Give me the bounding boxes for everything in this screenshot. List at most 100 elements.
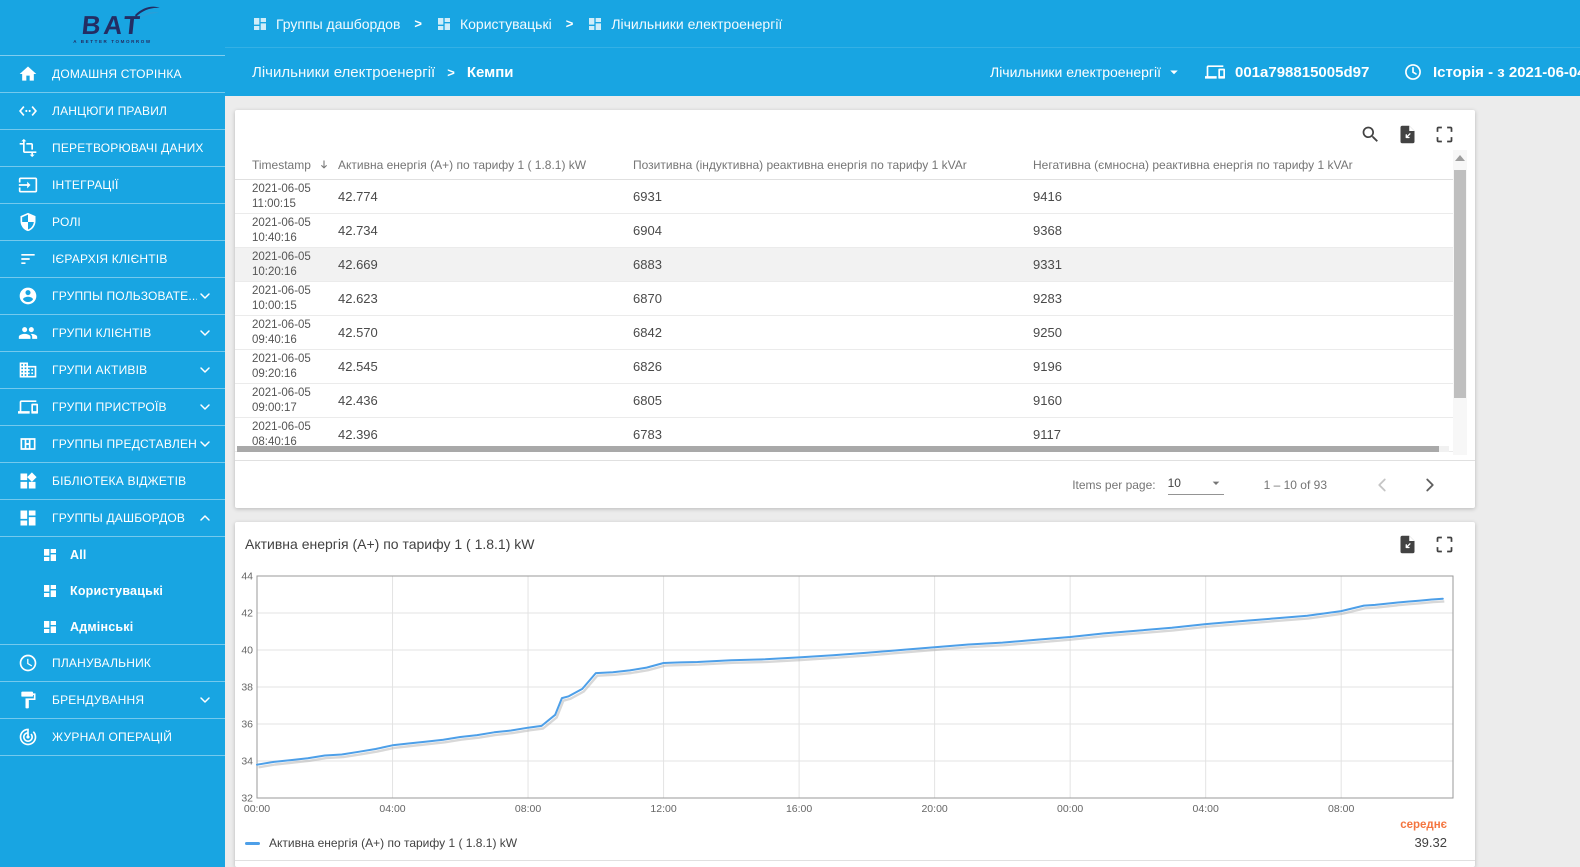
sidebar-item-label: ДОМАШНЯ СТОРІНКА	[52, 67, 182, 81]
table-row[interactable]: 2021-06-05 09:20:16 42.545 6826 9196	[235, 350, 1453, 384]
scrollbar-thumb[interactable]	[1454, 170, 1466, 398]
breadcrumb-label: Группы дашбордов	[276, 15, 401, 32]
sidebar-item-entity-view-groups[interactable]: ГРУППЫ ПРЕДСТАВЛЕН...	[0, 426, 225, 463]
svg-text:40: 40	[241, 645, 253, 657]
sidebar-item-dashboard-groups[interactable]: ГРУППЫ ДАШБОРДОВ	[0, 500, 225, 537]
entity-select-dropdown[interactable]: Лічильники електроенергії	[990, 48, 1183, 96]
previous-page-button[interactable]	[1371, 474, 1393, 496]
sidebar-item-label: РОЛІ	[52, 215, 81, 229]
timestamp-cell: 2021-06-05 10:40:16	[235, 216, 338, 245]
table-row[interactable]: 2021-06-05 09:40:16 42.570 6842 9250	[235, 316, 1453, 350]
breadcrumb-item[interactable]: Лічильники електроенергії	[587, 16, 782, 32]
active-energy-cell: 42.623	[338, 291, 378, 306]
sidebar-item-customers-hierarchy[interactable]: ІЄРАРХІЯ КЛІЄНТІВ	[0, 241, 225, 278]
home-icon	[18, 64, 38, 84]
sidebar-item-customer-groups[interactable]: ГРУПИ КЛІЄНТІВ	[0, 315, 225, 352]
positive-reactive-cell: 6883	[633, 257, 662, 272]
sidebar-item-asset-groups[interactable]: ГРУПИ АКТИВІВ	[0, 352, 225, 389]
svg-text:12:00: 12:00	[650, 803, 676, 815]
sidebar-item-dashboards-user[interactable]: Користувацькі	[0, 573, 225, 609]
positive-reactive-cell: 6842	[633, 325, 662, 340]
sidebar-item-label: ЛАНЦЮГИ ПРАВИЛ	[52, 104, 168, 118]
sidebar-item-label: ПЛАНУВАЛЬНИК	[52, 656, 152, 670]
table-horizontal-scrollbar[interactable]	[237, 446, 1449, 452]
app-logo[interactable]: BAT A BETTER TOMORROW	[0, 0, 225, 56]
sidebar-item-data-converters[interactable]: ПЕРЕТВОРЮВАЧІ ДАНИХ	[0, 130, 225, 167]
search-icon[interactable]	[1360, 124, 1381, 145]
table-row[interactable]: 2021-06-05 10:40:16 42.734 6904 9368	[235, 214, 1453, 248]
positive-reactive-cell: 6783	[633, 427, 662, 442]
sidebar-item-scheduler[interactable]: ПЛАНУВАЛЬНИК	[0, 645, 225, 682]
table-row[interactable]: 2021-06-05 10:20:16 42.669 6883 9331	[235, 248, 1453, 282]
device-id-badge[interactable]: 001a798815005d97	[1205, 48, 1369, 96]
breadcrumb-item[interactable]: Користувацькі	[436, 16, 552, 32]
chart-legend-item[interactable]: Активна енергія (А+) по тарифу 1 ( 1.8.1…	[245, 836, 517, 850]
timestamp-date: 2021-06-05	[252, 387, 311, 400]
positive-reactive-cell: 6805	[633, 393, 662, 408]
fullscreen-icon[interactable]	[1434, 534, 1455, 555]
rule-chains-icon	[18, 101, 38, 121]
page-range-label: 1 – 10 of 93	[1263, 477, 1327, 492]
timestamp-date: 2021-06-05	[252, 183, 311, 196]
negative-reactive-cell: 9331	[1033, 257, 1062, 272]
table-row[interactable]: 2021-06-05 11:00:15 42.774 6931 9416	[235, 180, 1453, 214]
sidebar-item-branding[interactable]: БРЕНДУВАННЯ	[0, 682, 225, 719]
timestamp-cell: 2021-06-05 09:00:17	[235, 386, 338, 415]
active-energy-cell: 42.669	[338, 257, 378, 272]
svg-text:16:00: 16:00	[786, 803, 812, 815]
integrations-icon	[18, 175, 38, 195]
sidebar-item-label: ІЄРАРХІЯ КЛІЄНТІВ	[52, 252, 168, 266]
sidebar-item-user-groups[interactable]: ГРУППЫ ПОЛЬЗОВАТЕ...	[0, 278, 225, 315]
chevron-up-icon	[197, 510, 213, 526]
dashboard-icon	[436, 16, 452, 32]
svg-text:00:00: 00:00	[244, 803, 270, 815]
top-header: Группы дашбордов > Користувацькі > Лічильник…	[225, 0, 1580, 96]
sidebar-item-audit-log[interactable]: ЖУРНАЛ ОПЕРАЦІЙ	[0, 719, 225, 756]
breadcrumb-item[interactable]: Группы дашбордов	[252, 16, 400, 32]
customer-groups-icon	[18, 323, 38, 343]
svg-text:42: 42	[241, 608, 253, 620]
scrollbar-up-arrow-icon[interactable]	[1455, 155, 1465, 161]
timestamp-cell: 2021-06-05 08:40:16	[235, 420, 338, 449]
column-header: Активна енергія (А+) по тарифу 1 ( 1.8.1…	[338, 158, 633, 172]
timestamp-cell: 2021-06-05 10:20:16	[235, 250, 338, 279]
sidebar-item-dashboards-admin[interactable]: Адмінські	[0, 609, 225, 645]
clock-icon	[1403, 62, 1423, 82]
table-row[interactable]: 2021-06-05 09:00:17 42.436 6805 9160	[235, 384, 1453, 418]
column-header[interactable]: Timestamp	[235, 158, 338, 172]
breadcrumb-separator: >	[414, 16, 422, 31]
timestamp-cell: 2021-06-05 09:20:16	[235, 352, 338, 381]
fullscreen-icon[interactable]	[1434, 124, 1455, 145]
chart-card-divider	[235, 860, 1475, 861]
chart-card: Активна енергія (А+) по тарифу 1 ( 1.8.1…	[235, 522, 1475, 867]
table-row[interactable]: 2021-06-05 10:00:15 42.623 6870 9283	[235, 282, 1453, 316]
negative-reactive-cell: 9368	[1033, 223, 1062, 238]
positive-reactive-cell: 6826	[633, 359, 662, 374]
caret-down-icon	[1165, 63, 1183, 81]
sidebar-item-device-groups[interactable]: ГРУПИ ПРИСТРОЇВ	[0, 389, 225, 426]
sidebar-item-label: ЖУРНАЛ ОПЕРАЦІЙ	[52, 730, 173, 744]
main-content: Timestamp Активна енергія (А+) по тарифу …	[225, 96, 1580, 867]
file-export-icon[interactable]	[1397, 534, 1418, 555]
timestamp-time: 10:40:16	[252, 231, 297, 244]
sidebar-item-widget-library[interactable]: БІБЛІОТЕКА ВІДЖЕТІВ	[0, 463, 225, 500]
svg-text:20:00: 20:00	[921, 803, 947, 815]
scrollbar-thumb[interactable]	[237, 446, 1439, 452]
file-export-icon[interactable]	[1397, 124, 1418, 145]
history-range-button[interactable]: Історія - з 2021-06-04 0	[1403, 48, 1580, 96]
sidebar-item-dashboards-all[interactable]: All	[0, 537, 225, 573]
user-groups-icon	[18, 286, 38, 306]
timestamp-cell: 2021-06-05 11:00:15	[235, 182, 338, 211]
sidebar-item-integrations[interactable]: ІНТЕГРАЦІЇ	[0, 167, 225, 204]
items-per-page-select[interactable]: 10	[1167, 475, 1224, 495]
sidebar-item-roles[interactable]: РОЛІ	[0, 204, 225, 241]
column-header: Позитивна (індуктивна) реактивна енергія…	[633, 158, 1033, 172]
svg-text:36: 36	[241, 719, 253, 731]
chevron-down-icon	[197, 362, 213, 378]
subheader: Лічильники електроенергії > Кемпи Лічиль…	[225, 48, 1580, 96]
sidebar-item-rule-chains[interactable]: ЛАНЦЮГИ ПРАВИЛ	[0, 93, 225, 130]
next-page-button[interactable]	[1419, 474, 1441, 496]
table-vertical-scrollbar[interactable]	[1453, 150, 1467, 455]
table-toolbar	[1360, 124, 1455, 145]
sidebar-item-home[interactable]: ДОМАШНЯ СТОРІНКА	[0, 56, 225, 93]
